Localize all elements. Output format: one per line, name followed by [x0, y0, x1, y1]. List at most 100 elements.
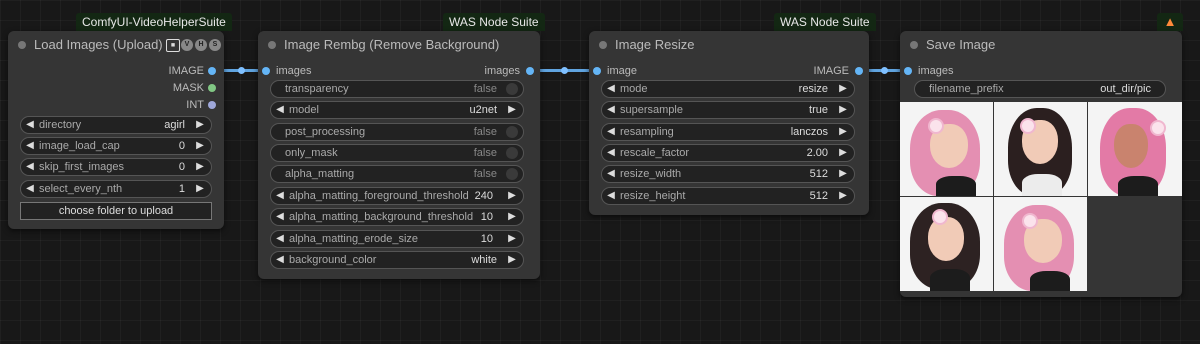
image-resize-node[interactable]: Image Resize image IMAGE ◀ mode resize ▶…: [589, 31, 869, 215]
output-int-slot[interactable]: INT: [136, 98, 216, 112]
output-dot-icon[interactable]: [526, 67, 534, 75]
output-int-dot-icon[interactable]: [208, 101, 216, 109]
increment-arrow-icon[interactable]: ▶: [838, 188, 848, 204]
increment-arrow-icon[interactable]: ▶: [195, 159, 205, 175]
increment-arrow-icon[interactable]: ▶: [507, 188, 517, 204]
widget-alpha-matting-background-threshold[interactable]: ◀ alpha_matting_background_threshold 10 …: [270, 208, 524, 226]
widget-alpha-matting-erode-size[interactable]: ◀ alpha_matting_erode_size 10 ▶: [270, 230, 524, 248]
decrement-arrow-icon[interactable]: ◀: [275, 209, 285, 225]
widget-select-every-nth[interactable]: ◀ select_every_nth 1 ▶: [20, 180, 212, 198]
widget-alpha-matting-foreground-threshold[interactable]: ◀ alpha_matting_foreground_threshold 240…: [270, 187, 524, 205]
increment-arrow-icon[interactable]: ▶: [195, 117, 205, 133]
widget-resampling[interactable]: ◀ resampling lanczos ▶: [601, 123, 855, 141]
node-title: Image Resize: [615, 37, 695, 52]
output-image-dot-icon[interactable]: [208, 67, 216, 75]
widget-only-mask[interactable]: only_mask false: [270, 144, 524, 162]
widget-model[interactable]: ◀ model u2net ▶: [270, 101, 524, 119]
increment-arrow-icon[interactable]: ▶: [838, 81, 848, 97]
increment-arrow-icon[interactable]: ▶: [507, 252, 517, 268]
widget-rescale-factor[interactable]: ◀ rescale_factor 2.00 ▶: [601, 144, 855, 162]
decrement-arrow-icon[interactable]: ◀: [606, 102, 616, 118]
load-images-node[interactable]: Load Images (Upload) ■ V H S IMAGE MASK …: [8, 31, 224, 229]
increment-arrow-icon[interactable]: ▶: [507, 231, 517, 247]
wire-midpoint[interactable]: [561, 67, 568, 74]
output-dot-icon[interactable]: [855, 67, 863, 75]
input-image-slot[interactable]: image: [593, 64, 713, 78]
widget-transparency[interactable]: transparency false: [270, 80, 524, 98]
output-mask-dot-icon[interactable]: [208, 84, 216, 92]
input-label: image: [607, 65, 637, 77]
widget-alpha-matting[interactable]: alpha_matting false: [270, 165, 524, 183]
output-image-slot[interactable]: IMAGE: [743, 64, 863, 78]
increment-arrow-icon[interactable]: ▶: [507, 209, 517, 225]
preview-image[interactable]: [900, 102, 993, 196]
increment-arrow-icon[interactable]: ▶: [507, 102, 517, 118]
toggle-knob-icon[interactable]: [506, 126, 518, 138]
increment-arrow-icon[interactable]: ▶: [838, 166, 848, 182]
collapse-dot-icon[interactable]: [18, 41, 26, 49]
decrement-arrow-icon[interactable]: ◀: [275, 188, 285, 204]
widget-directory[interactable]: ◀ directory agirl ▶: [20, 116, 212, 134]
save-image-node[interactable]: Save Image images filename_prefix out_di…: [900, 31, 1182, 297]
widget-skip-first-images[interactable]: ◀ skip_first_images 0 ▶: [20, 158, 212, 176]
input-images-slot[interactable]: images: [904, 64, 1024, 78]
input-dot-icon[interactable]: [262, 67, 270, 75]
decrement-arrow-icon[interactable]: ◀: [275, 231, 285, 247]
widget-background-color[interactable]: ◀ background_color white ▶: [270, 251, 524, 269]
decrement-arrow-icon[interactable]: ◀: [275, 102, 285, 118]
face-shape: [1114, 124, 1148, 168]
decrement-arrow-icon[interactable]: ◀: [25, 181, 35, 197]
widget-image-load-cap[interactable]: ◀ image_load_cap 0 ▶: [20, 137, 212, 155]
preview-image[interactable]: [994, 102, 1087, 196]
output-images-slot[interactable]: images: [414, 64, 534, 78]
increment-arrow-icon[interactable]: ▶: [195, 181, 205, 197]
decrement-arrow-icon[interactable]: ◀: [275, 252, 285, 268]
decrement-arrow-icon[interactable]: ◀: [606, 145, 616, 161]
node-title-bar[interactable]: Load Images (Upload) ■ V H S: [8, 31, 224, 59]
widget-filename-prefix[interactable]: filename_prefix out_dir/pic: [914, 80, 1166, 98]
image-rembg-node[interactable]: Image Rembg (Remove Background) images i…: [258, 31, 540, 279]
decrement-arrow-icon[interactable]: ◀: [606, 188, 616, 204]
widget-supersample[interactable]: ◀ supersample true ▶: [601, 101, 855, 119]
collapse-dot-icon[interactable]: [268, 41, 276, 49]
toggle-knob-icon[interactable]: [506, 168, 518, 180]
output-image-slot[interactable]: IMAGE: [136, 64, 216, 78]
node-title-bar[interactable]: Save Image: [900, 31, 1182, 59]
preview-image[interactable]: [900, 197, 993, 291]
input-dot-icon[interactable]: [593, 67, 601, 75]
toggle-knob-icon[interactable]: [506, 147, 518, 159]
collapse-dot-icon[interactable]: [910, 41, 918, 49]
flower-icon: [1150, 120, 1166, 136]
toggle-knob-icon[interactable]: [506, 83, 518, 95]
wire-midpoint[interactable]: [881, 67, 888, 74]
preview-image[interactable]: [1088, 102, 1182, 196]
preview-image[interactable]: [994, 197, 1087, 291]
increment-arrow-icon[interactable]: ▶: [195, 138, 205, 154]
increment-arrow-icon[interactable]: ▶: [838, 102, 848, 118]
output-label: IMAGE: [168, 65, 204, 77]
dress-shape: [1030, 271, 1070, 291]
was-suite-tag-2: WAS Node Suite: [774, 13, 876, 31]
wire-midpoint[interactable]: [238, 67, 245, 74]
input-dot-icon[interactable]: [904, 67, 912, 75]
node-title-bar[interactable]: Image Resize: [589, 31, 869, 59]
widget-mode[interactable]: ◀ mode resize ▶: [601, 80, 855, 98]
widget-post-processing[interactable]: post_processing false: [270, 123, 524, 141]
decrement-arrow-icon[interactable]: ◀: [606, 81, 616, 97]
widget-resize-width[interactable]: ◀ resize_width 512 ▶: [601, 165, 855, 183]
film-icon: ■: [166, 39, 180, 52]
decrement-arrow-icon[interactable]: ◀: [606, 124, 616, 140]
output-mask-slot[interactable]: MASK: [136, 81, 216, 95]
decrement-arrow-icon[interactable]: ◀: [25, 138, 35, 154]
increment-arrow-icon[interactable]: ▶: [838, 124, 848, 140]
widget-resize-height[interactable]: ◀ resize_height 512 ▶: [601, 187, 855, 205]
decrement-arrow-icon[interactable]: ◀: [25, 117, 35, 133]
node-title: Image Rembg (Remove Background): [284, 37, 500, 52]
node-title-bar[interactable]: Image Rembg (Remove Background): [258, 31, 540, 59]
choose-folder-button[interactable]: choose folder to upload: [20, 202, 212, 220]
collapse-dot-icon[interactable]: [599, 41, 607, 49]
increment-arrow-icon[interactable]: ▶: [838, 145, 848, 161]
input-images-slot[interactable]: images: [262, 64, 382, 78]
decrement-arrow-icon[interactable]: ◀: [606, 166, 616, 182]
decrement-arrow-icon[interactable]: ◀: [25, 159, 35, 175]
